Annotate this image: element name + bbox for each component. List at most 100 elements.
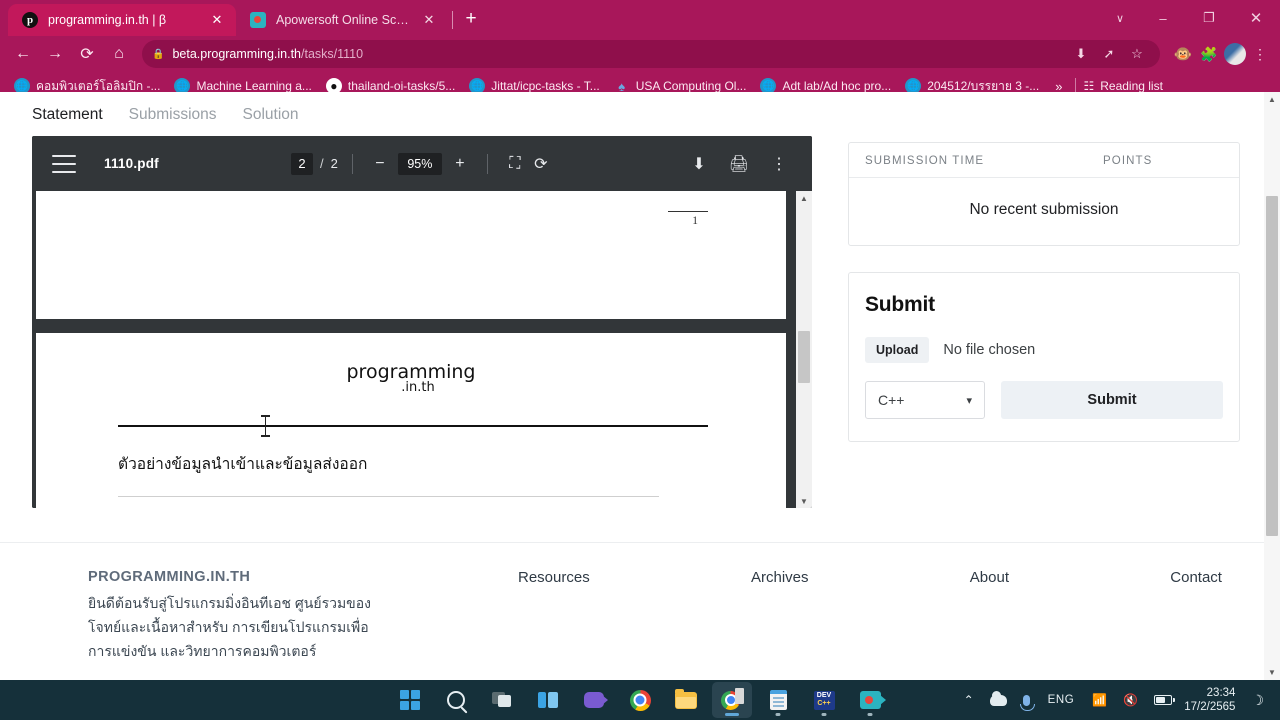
file-upload-row: Upload No file chosen xyxy=(865,337,1223,363)
divider xyxy=(486,153,488,174)
tab-statement[interactable]: Statement xyxy=(32,106,103,124)
close-icon[interactable]: ✕ xyxy=(420,11,438,29)
bookmark-label: Jittat/icpc-tasks - T... xyxy=(491,79,600,93)
teams-icon[interactable] xyxy=(574,682,614,718)
tray-overflow-icon[interactable]: ⌃ xyxy=(956,683,982,717)
reading-list-button[interactable]: ☷ Reading list xyxy=(1083,79,1162,93)
url-text: beta.programming.in.th/tasks/1110 xyxy=(172,47,363,61)
notepad-icon[interactable] xyxy=(758,682,798,718)
print-icon[interactable]: 🖨 xyxy=(726,151,752,177)
reload-icon[interactable]: ⟳ xyxy=(72,39,102,69)
submissions-table-header: SUBMISSION TIME POINTS xyxy=(849,143,1239,178)
tab-divider xyxy=(452,11,453,29)
column-points: POINTS xyxy=(1103,155,1153,167)
back-icon[interactable]: ← xyxy=(8,39,38,69)
start-icon[interactable] xyxy=(390,682,430,718)
wifi-icon[interactable]: 📶 xyxy=(1084,683,1115,717)
hamburger-icon[interactable] xyxy=(52,154,76,173)
puzzle-icon[interactable]: 🧩 xyxy=(1198,43,1220,65)
footer-description: ยินดีต้อนรับสู่โปรแกรมมิ่งอินทีเอช ศูนย์… xyxy=(88,591,518,663)
microphone-icon[interactable] xyxy=(1015,683,1038,717)
lock-icon: 🔒 xyxy=(152,48,165,60)
language-select[interactable]: C++ ▾ xyxy=(865,381,985,419)
bookmark-label: USA Computing Ol... xyxy=(635,79,747,93)
submit-button[interactable]: Submit xyxy=(1001,381,1223,419)
battery-icon[interactable] xyxy=(1146,683,1180,717)
tab-submissions[interactable]: Submissions xyxy=(129,106,217,124)
upload-button[interactable]: Upload xyxy=(865,337,930,363)
pdf-viewer: 1110.pdf 2 / 2 − 95% + ⛶ ⟳ ⬇ 🖨 ⋮ 1 progr… xyxy=(32,136,812,508)
new-tab-button[interactable]: + xyxy=(457,5,485,33)
browser-tab-programming[interactable]: p programming.in.th | β ✕ xyxy=(8,4,236,36)
browser-tab-apowersoft[interactable]: Apowersoft Online Screen Record ✕ xyxy=(236,4,448,36)
scrollbar-thumb[interactable] xyxy=(798,331,810,383)
scroll-up-icon[interactable]: ▲ xyxy=(796,191,812,205)
submissions-empty-text: No recent submission xyxy=(969,201,1119,218)
scroll-down-icon[interactable]: ▼ xyxy=(796,494,812,508)
devcpp-icon[interactable]: DEV C++ xyxy=(804,682,844,718)
chrome-icon[interactable] xyxy=(620,682,660,718)
task-view-icon[interactable] xyxy=(482,682,522,718)
chrome-zip-icon[interactable] xyxy=(712,682,752,718)
footer-link-contact[interactable]: Contact xyxy=(1170,569,1222,663)
footer-link-archives[interactable]: Archives xyxy=(751,569,809,663)
footer-link-resources[interactable]: Resources xyxy=(518,569,590,663)
minimize-icon[interactable]: – xyxy=(1140,0,1186,36)
install-icon[interactable]: ⬇ xyxy=(1068,41,1094,67)
search-icon[interactable] xyxy=(436,682,476,718)
scrollbar-thumb[interactable] xyxy=(1266,196,1278,536)
zoom-out-button[interactable]: − xyxy=(367,151,393,177)
bookmark-star-icon[interactable]: ☆ xyxy=(1124,41,1150,67)
tab-solution[interactable]: Solution xyxy=(243,106,299,124)
volume-muted-icon[interactable]: 🔇 xyxy=(1115,683,1146,717)
notifications-icon[interactable]: ☽ xyxy=(1243,692,1272,709)
url-path: /tasks/1110 xyxy=(301,47,364,61)
clock[interactable]: 23:34 17/2/2565 xyxy=(1180,686,1243,714)
language-indicator[interactable]: ENG xyxy=(1038,694,1085,706)
page-viewport: Statement Submissions Solution 1110.pdf … xyxy=(0,92,1280,680)
forward-icon[interactable]: → xyxy=(40,39,70,69)
pdf-scrollbar[interactable]: ▲ ▼ xyxy=(796,191,812,508)
extension-icons: 🐵 🧩 xyxy=(1168,43,1246,65)
maximize-icon[interactable]: ❐ xyxy=(1186,0,1232,36)
scroll-down-icon[interactable]: ▼ xyxy=(1264,665,1280,680)
monkey-icon[interactable]: 🐵 xyxy=(1172,43,1194,65)
window-controls: ∨ – ❐ ✕ xyxy=(1100,0,1280,36)
clock-date: 17/2/2565 xyxy=(1184,701,1236,713)
download-icon[interactable]: ⬇ xyxy=(686,151,712,177)
footer-brand-block: PROGRAMMING.IN.TH ยินดีต้อนรับสู่โปรแกรม… xyxy=(88,569,518,663)
home-icon[interactable]: ⌂ xyxy=(104,39,134,69)
file-explorer-icon[interactable] xyxy=(666,682,706,718)
share-icon[interactable]: ➚ xyxy=(1096,41,1122,67)
browser-window: p programming.in.th | β ✕ Apowersoft Onl… xyxy=(0,0,1280,680)
screen-recorder-icon xyxy=(250,12,266,28)
onedrive-icon[interactable] xyxy=(982,683,1015,717)
globe-icon[interactable] xyxy=(1224,43,1246,65)
page-scrollbar[interactable]: ▲ ▼ xyxy=(1264,92,1280,680)
omnibox-actions: ⬇ ➚ ☆ xyxy=(1068,41,1150,67)
address-bar[interactable]: 🔒 beta.programming.in.th/tasks/1110 ⬇ ➚ … xyxy=(142,40,1160,68)
close-icon[interactable]: ✕ xyxy=(1232,0,1280,36)
page-total: 2 xyxy=(330,156,338,171)
navigation-bar: ← → ⟳ ⌂ 🔒 beta.programming.in.th/tasks/1… xyxy=(0,36,1280,72)
fit-page-icon[interactable]: ⛶ xyxy=(502,151,528,177)
zoom-in-button[interactable]: + xyxy=(447,151,473,177)
recent-submissions-card: SUBMISSION TIME POINTS No recent submiss… xyxy=(848,142,1240,246)
tab-strip: p programming.in.th | β ✕ Apowersoft Onl… xyxy=(0,0,1280,36)
pdf-document-area[interactable]: 1 programming .in.th ตัวอย่างข้อมูลนำเข้… xyxy=(32,191,812,508)
footer-brand-title: PROGRAMMING.IN.TH xyxy=(88,569,251,585)
chevron-down-icon[interactable]: ∨ xyxy=(1100,0,1140,36)
scroll-up-icon[interactable]: ▲ xyxy=(1264,92,1280,107)
footer-description-line: โจทย์และเนื้อหาสำหรับ การเขียนโปรแกรมเพื… xyxy=(88,619,369,635)
tab-title: programming.in.th | β xyxy=(48,13,167,27)
page-number-input[interactable]: 2 xyxy=(291,152,314,175)
browser-menu-icon[interactable]: ⋮ xyxy=(1248,39,1272,69)
text-cursor xyxy=(261,415,270,437)
screen-recorder-icon[interactable] xyxy=(850,682,890,718)
rotate-icon[interactable]: ⟳ xyxy=(528,151,554,177)
close-icon[interactable]: ✕ xyxy=(208,11,226,29)
widgets-icon[interactable] xyxy=(528,682,568,718)
more-vertical-icon[interactable]: ⋮ xyxy=(766,151,792,177)
zoom-level[interactable]: 95% xyxy=(397,152,442,175)
footer-link-about[interactable]: About xyxy=(970,569,1009,663)
